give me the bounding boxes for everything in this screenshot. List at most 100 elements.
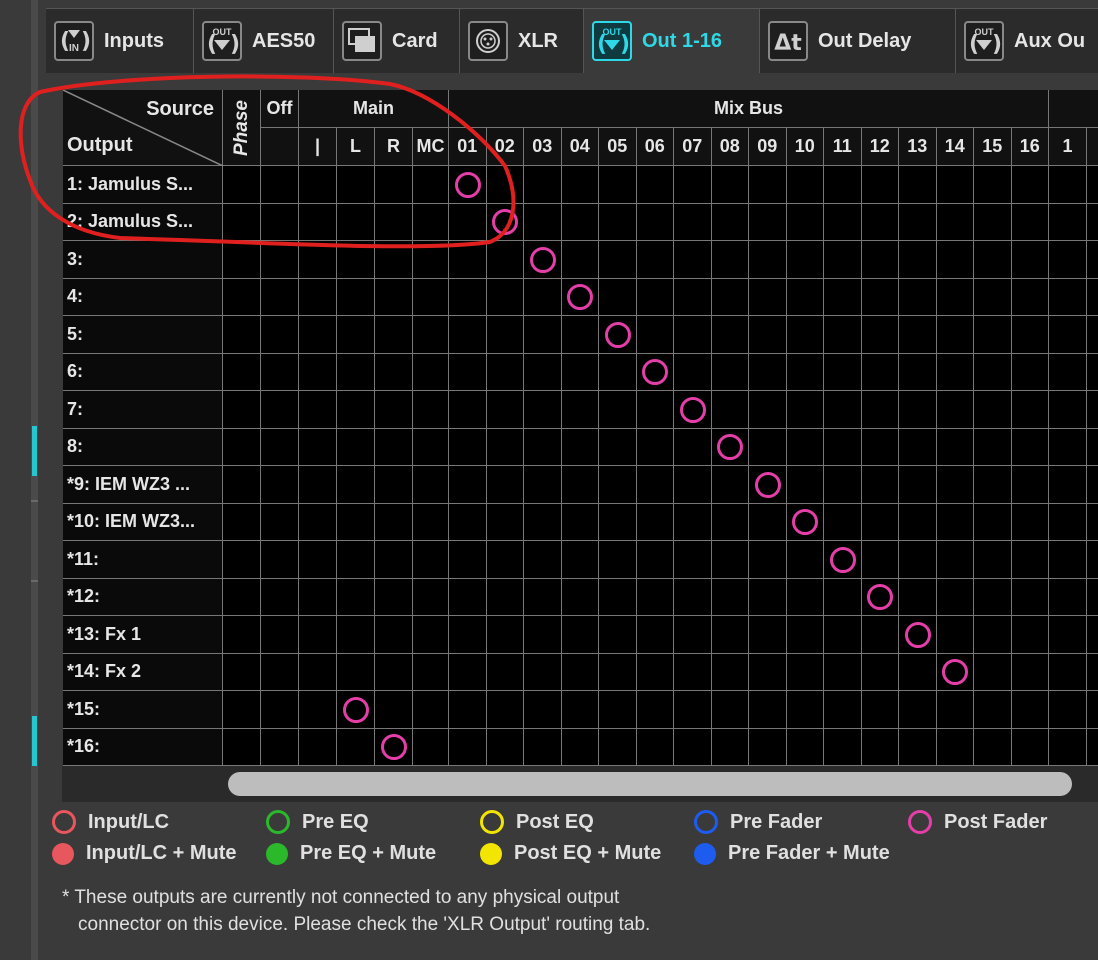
routing-cell[interactable] [899, 278, 937, 316]
routing-cell[interactable] [1087, 166, 1098, 204]
routing-cell[interactable] [974, 353, 1012, 391]
routing-cell[interactable] [223, 616, 261, 654]
routing-cell[interactable] [299, 353, 337, 391]
routing-cell[interactable] [375, 428, 413, 466]
routing-cell[interactable] [337, 653, 375, 691]
routing-cell[interactable] [561, 203, 599, 241]
routing-cell[interactable] [223, 653, 261, 691]
routing-cell[interactable] [1049, 728, 1087, 766]
routing-cell[interactable] [599, 691, 637, 729]
routing-cell[interactable] [223, 691, 261, 729]
tab-out-1-16[interactable]: () OUT Out 1-16 [584, 9, 760, 73]
routing-cell[interactable] [449, 691, 487, 729]
routing-cell[interactable] [1011, 203, 1049, 241]
routing-cell[interactable] [1049, 241, 1087, 279]
routing-cell[interactable] [711, 466, 749, 504]
routing-cell[interactable] [223, 503, 261, 541]
routing-cell[interactable] [299, 391, 337, 429]
routing-cell[interactable] [1011, 728, 1049, 766]
routing-cell[interactable] [1049, 691, 1087, 729]
routing-cell[interactable] [786, 616, 824, 654]
routing-cell[interactable] [899, 653, 937, 691]
routing-cell[interactable] [223, 728, 261, 766]
routing-cell[interactable] [524, 391, 562, 429]
routing-cell[interactable] [899, 428, 937, 466]
routing-cell[interactable] [636, 578, 674, 616]
routing-cell[interactable] [786, 428, 824, 466]
routing-cell[interactable] [524, 203, 562, 241]
routing-cell[interactable] [561, 428, 599, 466]
routing-cell[interactable] [974, 166, 1012, 204]
routing-cell[interactable] [824, 728, 862, 766]
tab-card[interactable]: Card [334, 9, 460, 73]
routing-cell[interactable] [599, 166, 637, 204]
routing-cell[interactable] [299, 466, 337, 504]
routing-cell[interactable] [711, 278, 749, 316]
routing-cell[interactable] [674, 541, 712, 579]
routing-cell[interactable] [413, 653, 449, 691]
routing-cell[interactable] [861, 353, 899, 391]
routing-cell[interactable] [674, 466, 712, 504]
routing-cell[interactable] [1011, 241, 1049, 279]
routing-cell[interactable] [223, 391, 261, 429]
routing-cell[interactable] [561, 578, 599, 616]
routing-cell[interactable] [486, 241, 524, 279]
routing-cell[interactable] [899, 391, 937, 429]
routing-cell[interactable] [1011, 353, 1049, 391]
routing-cell[interactable] [899, 503, 937, 541]
routing-cell[interactable] [936, 203, 974, 241]
routing-cell[interactable] [1049, 503, 1087, 541]
routing-cell[interactable] [899, 166, 937, 204]
output-row-label[interactable]: 6: [63, 353, 223, 391]
routing-cell[interactable] [561, 616, 599, 654]
routing-cell[interactable] [786, 466, 824, 504]
routing-cell[interactable] [375, 541, 413, 579]
routing-cell[interactable] [337, 466, 375, 504]
routing-cell[interactable] [299, 541, 337, 579]
routing-cell[interactable] [1011, 578, 1049, 616]
routing-cell[interactable] [486, 466, 524, 504]
routing-cell[interactable] [899, 203, 937, 241]
routing-cell[interactable] [223, 316, 261, 354]
output-row-label[interactable]: *9: IEM WZ3 ... [63, 466, 223, 504]
routing-cell[interactable] [974, 616, 1012, 654]
output-row-label[interactable]: 4: [63, 278, 223, 316]
post-fader-route-indicator[interactable] [679, 396, 706, 423]
output-row-label[interactable]: *15: [63, 691, 223, 729]
routing-cell[interactable] [561, 691, 599, 729]
post-fader-route-indicator[interactable] [829, 546, 856, 573]
routing-cell[interactable] [711, 541, 749, 579]
routing-cell[interactable] [524, 428, 562, 466]
post-fader-route-indicator[interactable] [454, 171, 481, 198]
routing-cell[interactable] [861, 278, 899, 316]
output-row-label[interactable]: *13: Fx 1 [63, 616, 223, 654]
routing-cell[interactable] [749, 278, 787, 316]
routing-cell[interactable] [674, 353, 712, 391]
routing-cell[interactable] [337, 541, 375, 579]
routing-cell[interactable] [974, 241, 1012, 279]
routing-cell[interactable] [749, 578, 787, 616]
routing-cell[interactable] [261, 728, 299, 766]
routing-cell[interactable] [749, 203, 787, 241]
routing-cell[interactable] [299, 278, 337, 316]
routing-cell[interactable] [261, 653, 299, 691]
routing-cell[interactable] [261, 241, 299, 279]
routing-cell[interactable] [1087, 466, 1098, 504]
routing-cell[interactable] [1087, 353, 1098, 391]
routing-cell[interactable] [861, 728, 899, 766]
routing-cell[interactable] [861, 541, 899, 579]
routing-cell[interactable] [337, 578, 375, 616]
routing-cell[interactable] [486, 166, 524, 204]
routing-cell[interactable] [449, 503, 487, 541]
routing-cell[interactable] [299, 166, 337, 204]
routing-cell[interactable] [711, 691, 749, 729]
routing-cell[interactable] [561, 653, 599, 691]
routing-cell[interactable] [486, 541, 524, 579]
routing-cell[interactable] [561, 391, 599, 429]
routing-cell[interactable] [899, 578, 937, 616]
routing-cell[interactable] [1011, 428, 1049, 466]
routing-cell[interactable] [1011, 653, 1049, 691]
post-fader-route-indicator[interactable] [604, 321, 631, 348]
routing-cell[interactable] [786, 203, 824, 241]
routing-cell[interactable] [974, 653, 1012, 691]
